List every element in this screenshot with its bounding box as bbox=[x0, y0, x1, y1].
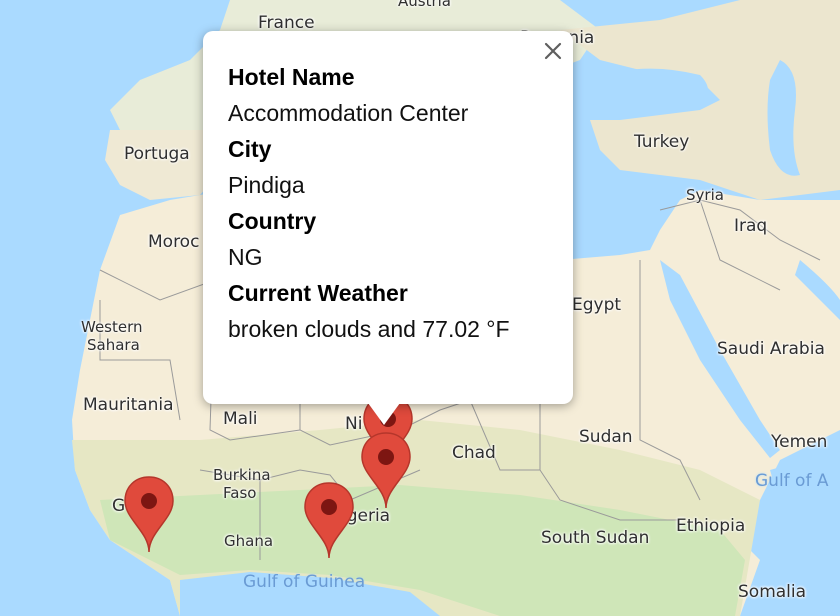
map-pin-icon bbox=[124, 476, 174, 553]
label-sudan: Sudan bbox=[579, 427, 633, 447]
label-western-sahara-line1: Western bbox=[81, 318, 143, 336]
black-sea bbox=[586, 68, 708, 115]
label-burkina-line1: Burkina bbox=[213, 466, 271, 484]
hotel-marker[interactable] bbox=[123, 474, 175, 554]
city-label: City bbox=[228, 136, 272, 162]
label-western-sahara-line2: Sahara bbox=[87, 336, 140, 354]
label-austria: Austria bbox=[398, 0, 451, 10]
map-pin-icon bbox=[361, 432, 411, 509]
label-gulf-of-guinea: Gulf of Guinea bbox=[243, 572, 366, 592]
info-window-content: Hotel Name Accommodation Center City Pin… bbox=[228, 59, 510, 347]
label-somalia: Somalia bbox=[738, 582, 807, 602]
label-morocco: Moroc bbox=[148, 232, 200, 252]
current-weather-value: broken clouds and 77.02 °F bbox=[228, 316, 510, 342]
current-weather-label: Current Weather bbox=[228, 280, 408, 306]
label-south-sudan: South Sudan bbox=[541, 528, 650, 548]
hotel-name-value: Accommodation Center bbox=[228, 100, 469, 126]
label-iraq: Iraq bbox=[734, 216, 768, 236]
close-icon bbox=[544, 42, 562, 60]
label-syria: Syria bbox=[686, 186, 724, 204]
label-saudi-arabia: Saudi Arabia bbox=[717, 339, 825, 359]
label-chad: Chad bbox=[452, 443, 496, 463]
label-ethiopia: Ethiopia bbox=[676, 516, 746, 536]
label-portugal: Portuga bbox=[124, 144, 190, 164]
info-window-tail bbox=[368, 403, 400, 425]
label-turkey: Turkey bbox=[634, 132, 690, 152]
label-france: France bbox=[258, 13, 315, 33]
label-gulf-of-aden: Gulf of A bbox=[755, 471, 829, 491]
info-window: Hotel Name Accommodation Center City Pin… bbox=[203, 31, 573, 425]
label-mali: Mali bbox=[223, 409, 258, 429]
label-egypt: Egypt bbox=[572, 295, 622, 315]
hotel-name-label: Hotel Name bbox=[228, 64, 355, 90]
hotel-marker[interactable] bbox=[303, 480, 355, 560]
country-value: NG bbox=[228, 244, 263, 270]
label-ghana: Ghana bbox=[224, 532, 274, 550]
label-yemen: Yemen bbox=[771, 432, 828, 452]
country-label: Country bbox=[228, 208, 317, 234]
label-mauritania: Mauritania bbox=[83, 395, 174, 415]
hotel-marker[interactable] bbox=[360, 430, 412, 510]
city-value: Pindiga bbox=[228, 172, 305, 198]
close-button[interactable] bbox=[541, 39, 565, 63]
label-burkina-line2: Faso bbox=[223, 484, 257, 502]
map-pin-icon bbox=[304, 482, 354, 559]
